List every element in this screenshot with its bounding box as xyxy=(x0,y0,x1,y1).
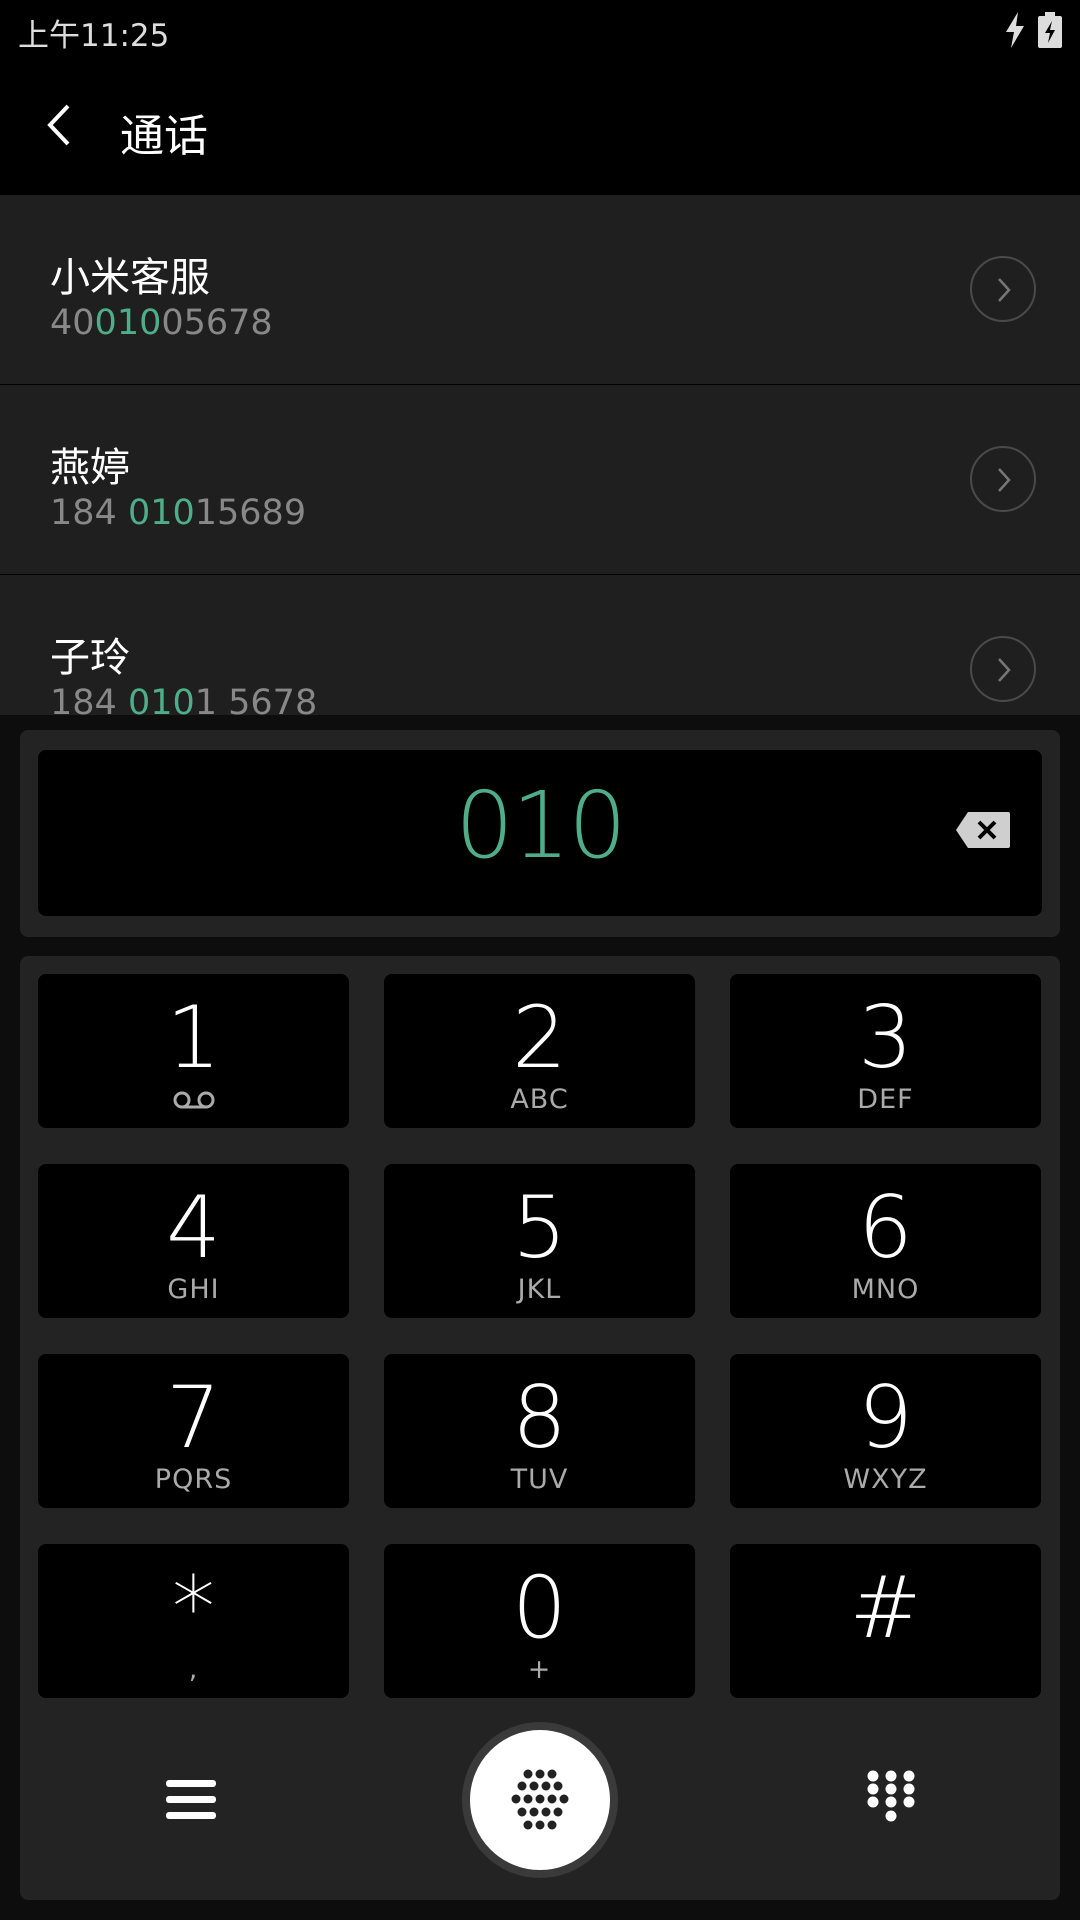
contact-row[interactable]: 燕婷 184 01015689 xyxy=(0,385,1080,575)
key-6[interactable]: 6 MNO xyxy=(730,1164,1041,1318)
contact-detail-button[interactable] xyxy=(970,256,1036,322)
key-1[interactable]: 1 xyxy=(38,974,349,1128)
key-letters: ABC xyxy=(510,1084,569,1115)
key-digit: 4 xyxy=(166,1178,221,1278)
backspace-icon[interactable] xyxy=(954,810,1012,850)
key-letters: , xyxy=(188,1654,199,1685)
key-5[interactable]: 5 JKL xyxy=(384,1164,695,1318)
contact-detail-button[interactable] xyxy=(970,446,1036,512)
key-digit: 9 xyxy=(858,1368,913,1468)
back-arrow-icon[interactable] xyxy=(42,100,82,150)
key-letters: MNO xyxy=(851,1274,920,1305)
key-digit: 6 xyxy=(858,1178,913,1278)
contact-row[interactable]: 小米客服 4001005678 xyxy=(0,195,1080,385)
key-letters: TUV xyxy=(510,1464,569,1495)
key-9[interactable]: 9 WXYZ xyxy=(730,1354,1041,1508)
voicemail-icon xyxy=(173,1091,215,1109)
contact-results-list: 小米客服 4001005678 燕婷 184 01015689 子玲 184 0… xyxy=(0,195,1080,715)
key-letters: PQRS xyxy=(154,1464,233,1495)
key-7[interactable]: 7 PQRS xyxy=(38,1354,349,1508)
key-digit: 0 xyxy=(512,1558,567,1658)
contact-name: 小米客服 xyxy=(50,255,210,301)
key-letters: GHI xyxy=(167,1274,220,1305)
key-0[interactable]: 0 + xyxy=(384,1544,695,1698)
key-digit: 1 xyxy=(166,988,221,1088)
status-time: 上午11:25 xyxy=(18,18,170,54)
chevron-right-icon xyxy=(998,278,1011,302)
key-digit: 5 xyxy=(512,1178,567,1278)
key-letters: + xyxy=(527,1654,552,1685)
key-letters: JKL xyxy=(517,1274,562,1305)
key-3[interactable]: 3 DEF xyxy=(730,974,1041,1128)
key-digit: 8 xyxy=(512,1368,567,1468)
battery-icon xyxy=(1038,12,1062,48)
contact-detail-button[interactable] xyxy=(970,636,1036,702)
charging-bolt-icon xyxy=(1006,12,1024,48)
key-2[interactable]: 2 ABC xyxy=(384,974,695,1128)
menu-icon[interactable] xyxy=(166,1778,216,1822)
contact-name: 燕婷 xyxy=(50,445,130,491)
key-hash[interactable]: # xyxy=(730,1544,1041,1698)
key-star[interactable]: * , xyxy=(38,1544,349,1698)
contact-number: 4001005678 xyxy=(50,303,273,343)
chevron-right-icon xyxy=(998,468,1011,492)
key-digit: 3 xyxy=(858,988,913,1088)
page-title: 通话 xyxy=(120,111,208,162)
contact-number: 184 0101 5678 xyxy=(50,683,318,715)
key-digit: * xyxy=(172,1558,215,1658)
key-letters: DEF xyxy=(857,1084,914,1115)
key-4[interactable]: 4 GHI xyxy=(38,1164,349,1318)
key-digit: 7 xyxy=(166,1368,221,1468)
keypad-toggle-icon[interactable] xyxy=(866,1770,916,1830)
contact-number: 184 01015689 xyxy=(50,493,307,533)
key-digit: # xyxy=(849,1558,922,1658)
dot-grid-icon xyxy=(511,1769,569,1830)
key-digit: 2 xyxy=(512,988,567,1088)
key-8[interactable]: 8 TUV xyxy=(384,1354,695,1508)
contact-name: 子玲 xyxy=(50,635,130,681)
contact-row[interactable]: 子玲 184 0101 5678 xyxy=(0,575,1080,715)
chevron-right-icon xyxy=(998,658,1011,682)
key-letters: WXYZ xyxy=(843,1464,928,1495)
dialed-number: 010 xyxy=(455,772,627,879)
